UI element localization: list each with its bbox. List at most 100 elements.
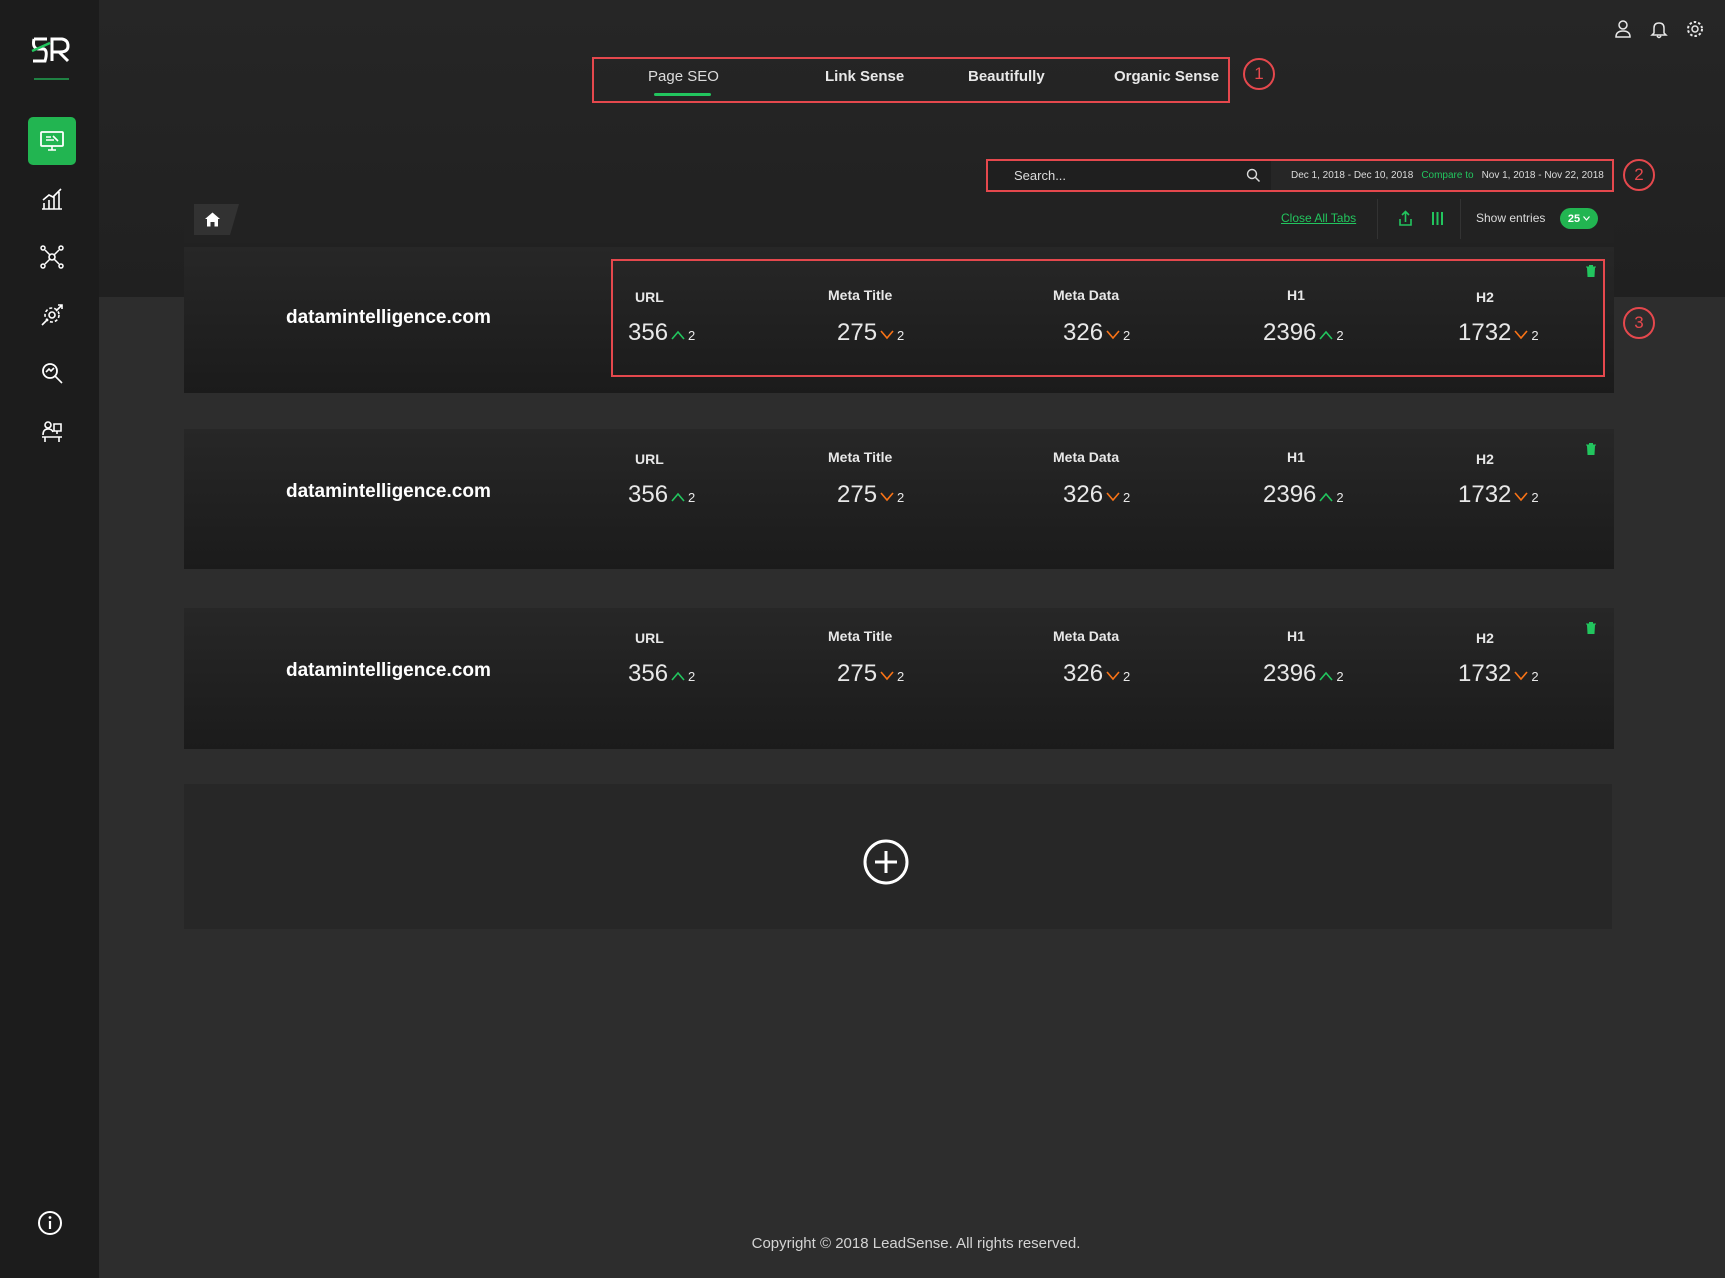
toolbar-divider — [1377, 199, 1378, 239]
sidebar — [0, 0, 99, 1278]
metric-number: 326 — [1063, 660, 1104, 687]
card-domain-name[interactable]: datamintelligence.com — [286, 660, 491, 682]
desk-user-icon — [42, 421, 62, 442]
chevron-down-icon — [1583, 216, 1591, 221]
trash-icon[interactable] — [1586, 622, 1596, 634]
add-domain-button[interactable] — [863, 839, 909, 885]
logo-divider — [34, 78, 69, 80]
metric-value-url: 356 2 — [628, 319, 695, 347]
metric-delta: 2 — [1531, 490, 1539, 505]
metric-delta: 2 — [897, 328, 905, 343]
callout-2: 2 — [1623, 159, 1655, 191]
metric-value-h2: 1732 2 — [1458, 660, 1539, 688]
sidebar-item-network[interactable] — [28, 233, 76, 281]
trend-down-icon — [880, 489, 894, 502]
bell-icon — [1650, 22, 1668, 39]
sidebar-item-page-monitor[interactable] — [28, 117, 76, 165]
metric-value-url: 356 2 — [628, 481, 695, 509]
metric-delta: 2 — [1336, 669, 1344, 684]
brand-logo[interactable] — [30, 33, 70, 67]
metric-label-url: URL — [635, 630, 664, 646]
metric-number: 2396 — [1263, 481, 1317, 508]
magnify-search-icon — [42, 363, 63, 384]
sidebar-item-tools[interactable] — [28, 291, 76, 339]
metric-delta: 2 — [688, 669, 696, 684]
callout-1: 1 — [1243, 58, 1275, 90]
search-input[interactable] — [988, 161, 1258, 190]
user-icon — [1615, 20, 1631, 38]
results-toolbar: Close All Tabs Show entries 25 — [184, 195, 1614, 243]
metric-number: 275 — [837, 319, 878, 346]
settings-button[interactable] — [1685, 19, 1705, 39]
trend-down-icon — [1514, 327, 1528, 340]
domain-card: datamintelligence.com URL 356 2 Meta Title 27… — [184, 429, 1614, 569]
close-all-tabs-link[interactable]: Close All Tabs — [1281, 211, 1356, 225]
metric-label-meta-data: Meta Data — [1053, 449, 1120, 465]
metric-delta: 2 — [688, 490, 696, 505]
module-tabs: Page SEO Link Sense Beautifully Organic … — [592, 57, 1230, 103]
metric-delta: 2 — [1123, 490, 1131, 505]
card-domain-name[interactable]: datamintelligence.com — [286, 307, 491, 329]
notifications-button[interactable] — [1649, 19, 1669, 39]
user-profile-button[interactable] — [1613, 19, 1633, 39]
export-icon[interactable] — [1397, 210, 1414, 227]
metric-value-h1: 2396 2 — [1263, 319, 1344, 347]
network-icon — [40, 245, 64, 269]
tab-organic-sense[interactable]: Organic Sense — [1114, 68, 1219, 85]
metric-value-h1: 2396 2 — [1263, 660, 1344, 688]
date-range-picker[interactable]: Dec 1, 2018 - Dec 10, 2018 Compare to No… — [1271, 161, 1612, 190]
metric-delta: 2 — [1336, 328, 1344, 343]
trend-down-icon — [1106, 668, 1120, 681]
metric-number: 2396 — [1263, 660, 1317, 687]
trend-up-icon — [1319, 327, 1333, 340]
trash-icon[interactable] — [1586, 265, 1596, 277]
metric-value-meta-data: 326 2 — [1063, 660, 1130, 688]
tab-page-seo[interactable]: Page SEO — [648, 68, 719, 85]
home-tab[interactable] — [194, 204, 239, 235]
sidebar-item-workstation[interactable] — [28, 407, 76, 455]
card-domain-name[interactable]: datamintelligence.com — [286, 481, 491, 503]
metric-value-meta-title: 275 2 — [837, 481, 904, 509]
metric-label-meta-title: Meta Title — [828, 449, 893, 465]
sidebar-item-analytics[interactable] — [28, 175, 76, 223]
add-domain-panel — [184, 784, 1612, 929]
show-entries-label: Show entries — [1476, 211, 1546, 225]
metric-delta: 2 — [1123, 328, 1131, 343]
entries-select[interactable]: 25 — [1560, 208, 1598, 229]
gear-tools-icon — [41, 304, 63, 326]
metric-value-meta-data: 326 2 — [1063, 319, 1130, 347]
trash-icon[interactable] — [1586, 443, 1596, 455]
info-button[interactable] — [37, 1210, 63, 1236]
metrics-highlight-frame — [611, 259, 1605, 377]
metric-label-meta-title: Meta Title — [828, 628, 893, 644]
metric-value-meta-title: 275 2 — [837, 319, 904, 347]
metric-label-h2: H2 — [1476, 289, 1494, 305]
trend-down-icon — [880, 327, 894, 340]
metric-label-meta-data: Meta Data — [1053, 287, 1120, 303]
tab-link-sense[interactable]: Link Sense — [825, 68, 904, 85]
metric-number: 1732 — [1458, 660, 1512, 687]
columns-icon[interactable] — [1429, 210, 1446, 227]
compare-range: Nov 1, 2018 - Nov 22, 2018 — [1481, 170, 1604, 181]
trend-down-icon — [1514, 668, 1528, 681]
date-range: Dec 1, 2018 - Dec 10, 2018 — [1291, 170, 1414, 181]
metric-number: 1732 — [1458, 319, 1512, 346]
metric-number: 2396 — [1263, 319, 1317, 346]
metric-delta: 2 — [897, 669, 905, 684]
metric-label-url: URL — [635, 451, 664, 467]
metric-value-meta-title: 275 2 — [837, 660, 904, 688]
tab-beautifully[interactable]: Beautifully — [968, 68, 1045, 85]
entries-value: 25 — [1567, 212, 1581, 225]
metric-value-h2: 1732 2 — [1458, 481, 1539, 509]
trend-up-icon — [671, 327, 685, 340]
bar-chart-icon — [42, 188, 62, 210]
toolbar-divider — [1460, 199, 1461, 239]
trend-up-icon — [671, 489, 685, 502]
metric-label-h2: H2 — [1476, 630, 1494, 646]
search-icon[interactable] — [1246, 168, 1261, 183]
metric-value-h1: 2396 2 — [1263, 481, 1344, 509]
search-date-bar: Dec 1, 2018 - Dec 10, 2018 Compare to No… — [986, 159, 1614, 192]
sidebar-item-search[interactable] — [28, 349, 76, 397]
metric-label-h1: H1 — [1287, 287, 1305, 303]
metric-label-h1: H1 — [1287, 628, 1305, 644]
